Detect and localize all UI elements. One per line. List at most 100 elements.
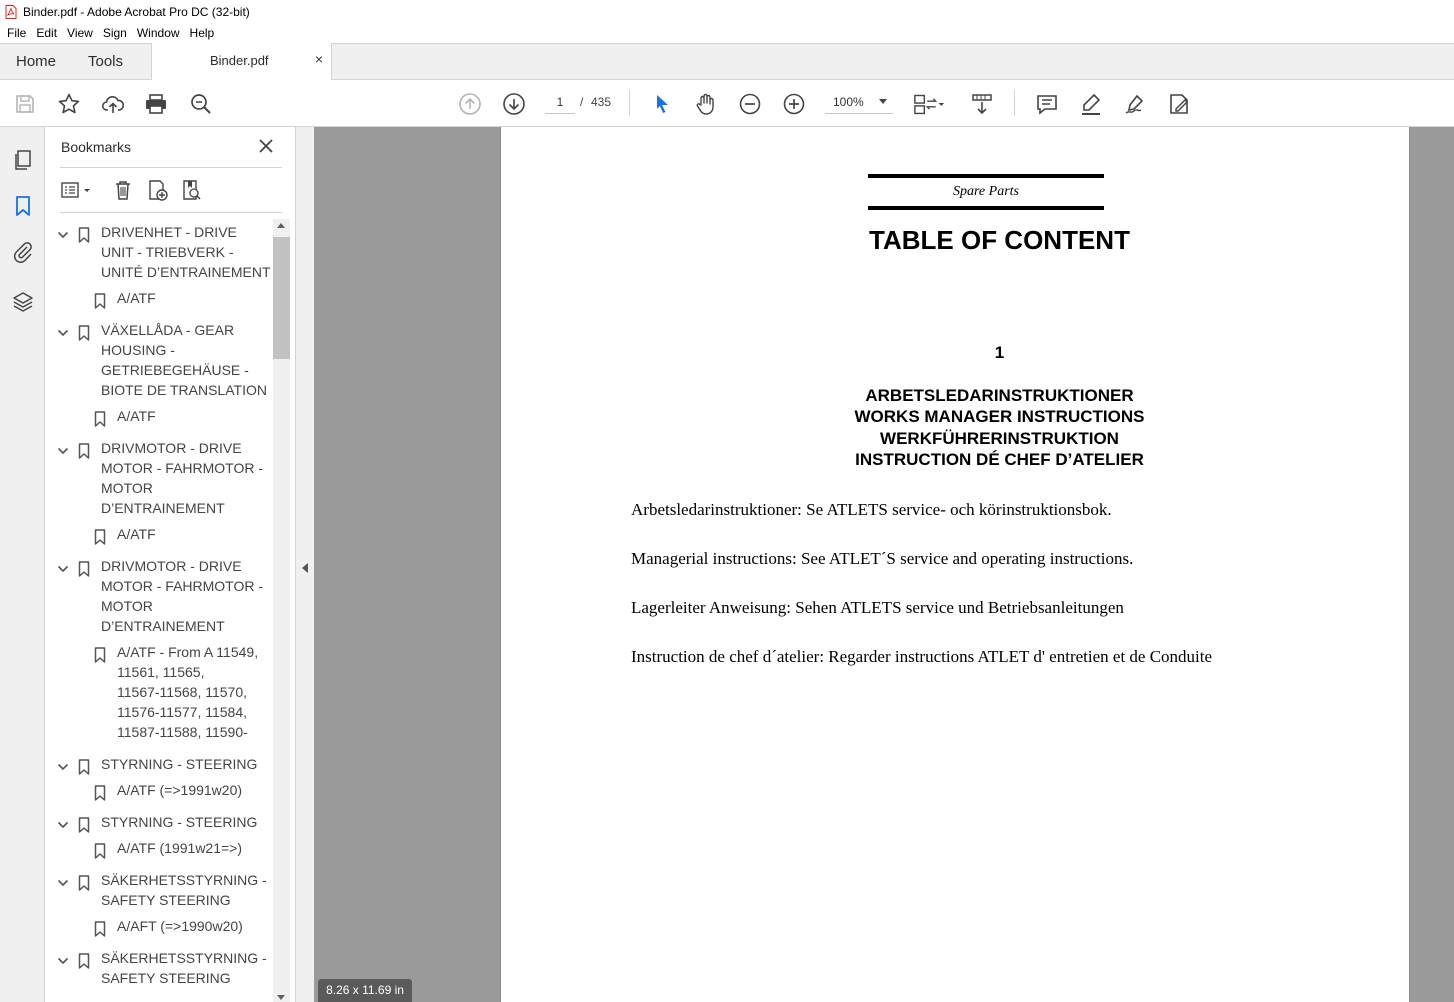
chapter-heading: WERKFÜHRERINSTRUKTION [880, 429, 1119, 448]
sign-pen-icon[interactable] [1122, 91, 1148, 117]
bookmark-item[interactable]: A/ATF [45, 290, 273, 311]
bookmark-group[interactable]: STYRNING - STEERING [45, 756, 273, 777]
highlight-pen-icon[interactable] [1078, 91, 1104, 117]
bookmark-item[interactable]: A/ATF (=>1991w20) [45, 782, 273, 803]
bookmark-label-line: A/ATF [117, 290, 156, 306]
chevron-down-icon[interactable] [57, 955, 69, 967]
bookmark-group[interactable]: SÄKERHETSSTYRNING - SAFETY STEERING [45, 948, 273, 991]
panel-divider [60, 212, 282, 213]
bookmarks-panel-icon[interactable] [10, 193, 36, 219]
bookmark-group[interactable]: DRIVENHET - DRIVE UNIT - TRIEBVERK - UNITÉ… [45, 224, 273, 285]
zoom-out-icon[interactable] [737, 91, 763, 117]
bookmark-label: DRIVMOTOR - DRIVE MOTOR - FAHRMOTOR - MOTO… [101, 556, 273, 636]
chevron-down-icon[interactable] [57, 819, 69, 831]
bookmark-label-line: SÄKERHETSSTYRNING - [101, 950, 267, 966]
pdf-page: Spare Parts TABLE OF CONTENT 1 ARBETSLED… [500, 127, 1410, 1002]
document-viewport[interactable]: Spare Parts TABLE OF CONTENT 1 ARBETSLED… [314, 127, 1454, 1002]
scroll-down-arrow-icon[interactable] [277, 995, 285, 1000]
bookmark-label-line: SAFETY STEERING [101, 892, 231, 908]
attachments-icon[interactable] [10, 239, 36, 265]
chapter-number: 1 [994, 343, 1005, 362]
scroll-up-arrow-icon[interactable] [277, 223, 285, 228]
print-icon[interactable] [143, 91, 169, 117]
select-cursor-icon[interactable] [649, 91, 675, 117]
tab-tools[interactable]: Tools [88, 53, 123, 70]
close-panel-icon[interactable] [257, 137, 275, 155]
bookmark-label-line: UNITÉ D’ENTRAINEMENT [101, 264, 271, 280]
bookmark-list: DRIVENHET - DRIVE UNIT - TRIEBVERK - UNITÉ… [45, 219, 273, 1002]
page-thumbnails-icon[interactable] [10, 147, 36, 173]
chevron-down-icon[interactable] [57, 229, 69, 241]
new-bookmark-icon[interactable] [144, 177, 170, 203]
page-display-icon[interactable] [912, 91, 948, 117]
panel-splitter[interactable] [295, 127, 314, 1002]
bookmark-scrollbar[interactable] [273, 219, 290, 1002]
bookmark-label-line: D’ENTRAINEMENT [101, 618, 225, 634]
chevron-down-icon[interactable] [57, 877, 69, 889]
scroll-thumb[interactable] [273, 237, 290, 359]
layers-icon[interactable] [10, 289, 36, 315]
bookmark-icon [78, 227, 90, 243]
bookmark-group[interactable]: DRIVMOTOR - DRIVE MOTOR - FAHRMOTOR - MOTO… [45, 556, 273, 639]
previous-page-icon[interactable] [457, 91, 483, 117]
instruction-paragraph: Arbetsledarinstruktioner: Se ATLETS serv… [631, 500, 1112, 519]
menu-edit[interactable]: Edit [31, 23, 62, 43]
menu-file[interactable]: File [2, 23, 31, 43]
edit-document-icon[interactable] [1166, 91, 1192, 117]
bookmark-group[interactable]: DRIVMOTOR - DRIVE MOTOR - FAHRMOTOR - MOTO… [45, 440, 273, 521]
chevron-down-icon[interactable] [57, 327, 69, 339]
zoom-search-icon[interactable] [188, 91, 214, 117]
bookmark-label-line: HOUSING - [101, 342, 175, 358]
panel-title: Bookmarks [61, 139, 132, 155]
next-page-icon[interactable] [501, 91, 527, 117]
star-icon[interactable] [56, 91, 82, 117]
menu-window[interactable]: Window [132, 23, 185, 43]
delete-bookmark-icon[interactable] [110, 177, 136, 203]
bookmark-label-line: DRIVMOTOR - DRIVE [101, 440, 242, 456]
bookmark-search-icon[interactable] [178, 177, 204, 203]
bookmark-group[interactable]: SÄKERHETSSTYRNING - SAFETY STEERING [45, 870, 273, 913]
instruction-paragraph: Instruction de chef d´atelier: Regarder … [631, 647, 1213, 666]
collapse-panel-arrow-icon[interactable] [302, 563, 308, 573]
bookmark-group[interactable]: VÄXELLÅDA - GEAR HOUSING - GETRIEBEGEHÄUSE… [45, 320, 273, 403]
menu-view[interactable]: View [62, 23, 98, 43]
menu-sign[interactable]: Sign [98, 23, 132, 43]
bookmark-group[interactable]: STYRNING - STEERING [45, 814, 273, 835]
bookmark-icon [78, 817, 90, 833]
bookmark-label: A/ATF - From A 11549, 11561, 11565, 11567-… [117, 642, 273, 742]
tab-document[interactable]: Binder.pdf × [151, 43, 332, 80]
save-icon[interactable] [12, 91, 38, 117]
chapter-heading: INSTRUCTION DÉ CHEF D’ATELIER [855, 450, 1144, 469]
page-separator: / [580, 95, 584, 109]
zoom-in-icon[interactable] [781, 91, 807, 117]
chevron-down-icon[interactable] [57, 761, 69, 773]
bookmark-options-icon[interactable] [59, 177, 97, 203]
bookmark-label: A/ATF (1991w21=>) [117, 838, 273, 858]
bookmark-icon [78, 875, 90, 891]
bookmark-label: SÄKERHETSSTYRNING - SAFETY STEERING [101, 948, 273, 988]
bookmark-label-line: MOTOR - FAHRMOTOR - [101, 578, 264, 594]
bookmark-item[interactable]: A/ATF - From A 11549, 11561, 11565, 11567-… [45, 642, 273, 745]
comment-icon[interactable] [1034, 91, 1060, 117]
bookmark-icon [78, 325, 90, 341]
zoom-dropdown[interactable]: 100% [825, 90, 893, 114]
scrolling-mode-icon[interactable] [969, 91, 995, 117]
instruction-paragraph: Lagerleiter Anweisung: Sehen ATLETS serv… [631, 598, 1124, 617]
menu-help[interactable]: Help [185, 23, 220, 43]
bookmark-label: SÄKERHETSSTYRNING - SAFETY STEERING [101, 870, 273, 910]
hand-tool-icon[interactable] [693, 91, 719, 117]
bookmark-icon [94, 843, 106, 859]
bookmark-item[interactable]: A/ATF (1991w21=>) [45, 838, 273, 861]
chevron-down-icon[interactable] [57, 563, 69, 575]
bookmark-item[interactable]: A/ATF [45, 408, 273, 429]
chevron-down-icon[interactable] [57, 445, 69, 457]
bookmark-label: VÄXELLÅDA - GEAR HOUSING - GETRIEBEGEHÄUSE… [101, 320, 273, 400]
tab-bar: Home Tools Binder.pdf × [0, 43, 1454, 80]
bookmark-item[interactable]: A/AFT (=>1990w20) [45, 918, 273, 939]
cloud-upload-icon[interactable] [100, 91, 126, 117]
bookmark-item[interactable]: A/ATF [45, 526, 273, 547]
close-tab-icon[interactable]: × [315, 51, 323, 67]
bookmark-label-line: A/ATF [117, 408, 156, 424]
tab-home[interactable]: Home [16, 53, 56, 70]
page-number-input[interactable] [545, 90, 575, 114]
